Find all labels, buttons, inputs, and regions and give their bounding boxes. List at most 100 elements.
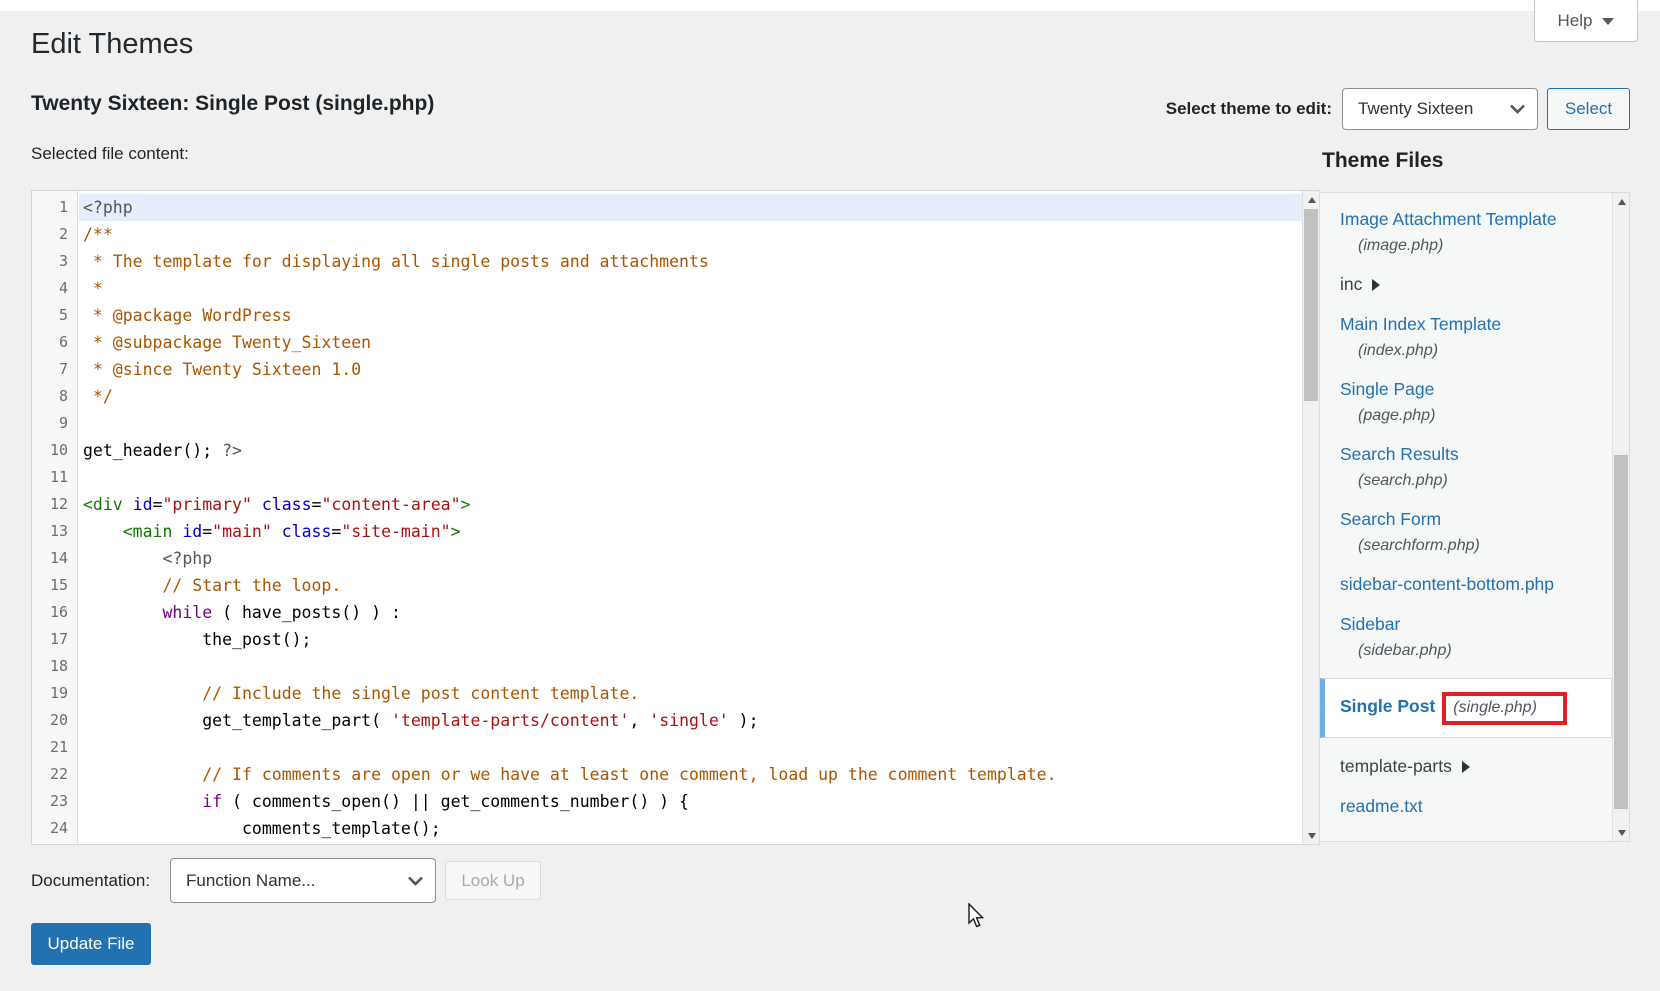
code-line[interactable]: // If comments are open or we have at le… [79, 761, 1302, 788]
line-number: 12 [32, 491, 77, 518]
theme-select-value: Twenty Sixteen [1358, 99, 1473, 119]
folder-expand-icon [1372, 279, 1380, 291]
page-title: Edit Themes [31, 28, 193, 61]
line-number: 8 [32, 383, 77, 410]
theme-file-item: sidebar-content-bottom.php [1320, 573, 1612, 596]
code-line[interactable]: * @subpackage Twenty_Sixteen [79, 329, 1302, 356]
theme-file-filename: (searchform.php) [1340, 535, 1612, 556]
editor-scrollbar[interactable] [1302, 191, 1319, 844]
theme-folder-item: template-parts [1320, 755, 1612, 778]
code-line[interactable]: if ( comments_open() || get_comments_num… [79, 788, 1302, 815]
code-line[interactable]: <main id="main" class="site-main"> [79, 518, 1302, 545]
line-number: 19 [32, 680, 77, 707]
theme-folder-link[interactable]: template-parts [1340, 755, 1612, 778]
theme-folder-item: inc [1320, 273, 1612, 296]
select-theme-label: Select theme to edit: [1166, 99, 1332, 119]
theme-files-panel: Image Attachment Template (image.php) inc M… [1319, 192, 1630, 842]
folder-label: inc [1340, 273, 1362, 296]
theme-file-filename: (search.php) [1340, 470, 1612, 491]
help-button[interactable]: Help [1534, 0, 1638, 42]
code-line[interactable]: * The template for displaying all single… [79, 248, 1302, 275]
line-number: 2 [32, 221, 77, 248]
current-file-title: Twenty Sixteen: Single Post (single.php) [31, 92, 434, 116]
theme-selector-group: Select theme to edit: Twenty Sixteen Sel… [1166, 88, 1630, 130]
code-line[interactable]: <div id="primary" class="content-area"> [79, 491, 1302, 518]
theme-file-link[interactable]: Search Form [1340, 508, 1441, 531]
theme-files-heading: Theme Files [1322, 149, 1443, 173]
theme-select-dropdown[interactable]: Twenty Sixteen [1342, 88, 1538, 130]
line-number: 24 [32, 815, 77, 842]
code-line[interactable]: the_post(); [79, 626, 1302, 653]
line-number: 20 [32, 707, 77, 734]
editor-scrollbar-thumb[interactable] [1304, 209, 1318, 401]
edit-themes-page: Help Edit Themes Twenty Sixteen: Single … [0, 0, 1660, 991]
theme-file-item: Main Index Template (index.php) [1320, 313, 1612, 361]
line-number: 11 [32, 464, 77, 491]
code-line[interactable]: * @package WordPress [79, 302, 1302, 329]
code-line[interactable]: get_header(); ?> [79, 437, 1302, 464]
folder-expand-icon [1462, 761, 1470, 773]
theme-file-filename: (image.php) [1340, 235, 1612, 256]
line-number: 7 [32, 356, 77, 383]
lookup-button[interactable]: Look Up [445, 861, 541, 900]
code-line[interactable]: /** [79, 221, 1302, 248]
folder-label: template-parts [1340, 755, 1452, 778]
line-number: 23 [32, 788, 77, 815]
theme-file-link[interactable]: Single Page [1340, 378, 1434, 401]
line-number: 5 [32, 302, 77, 329]
line-number: 1 [32, 194, 77, 221]
function-name-dropdown[interactable]: Function Name... [170, 858, 436, 903]
documentation-row: Documentation: Function Name... Look Up [31, 858, 541, 903]
scroll-down-icon[interactable] [1303, 827, 1320, 844]
theme-file-link[interactable]: Sidebar [1340, 613, 1400, 636]
line-number: 14 [32, 545, 77, 572]
code-line[interactable] [79, 653, 1302, 680]
line-number: 3 [32, 248, 77, 275]
chevron-down-icon [408, 876, 423, 886]
code-line[interactable]: comments_template(); [79, 815, 1302, 842]
theme-file-link[interactable]: Main Index Template [1340, 313, 1501, 336]
theme-file-link[interactable]: readme.txt [1340, 795, 1423, 818]
theme-file-link[interactable]: Search Results [1340, 443, 1459, 466]
theme-file-item: Sidebar(sidebar.php) [1320, 613, 1612, 661]
code-line[interactable]: <?php [79, 194, 1302, 221]
code-line[interactable]: // Start the loop. [79, 572, 1302, 599]
code-line[interactable]: */ [79, 383, 1302, 410]
code-line[interactable] [79, 464, 1302, 491]
code-line[interactable]: // Include the single post content templ… [79, 680, 1302, 707]
editor-line-numbers: 123456789101112131415161718192021222324 [32, 191, 78, 844]
theme-file-filename: (page.php) [1340, 405, 1612, 426]
line-number: 10 [32, 437, 77, 464]
update-file-button[interactable]: Update File [31, 923, 151, 965]
code-line[interactable]: get_template_part( 'template-parts/conte… [79, 707, 1302, 734]
code-line[interactable]: <?php [79, 545, 1302, 572]
theme-files-scrollbar-thumb[interactable] [1614, 455, 1628, 809]
scroll-down-icon[interactable] [1613, 824, 1630, 841]
theme-file-item: readme.txt [1320, 795, 1612, 818]
code-line[interactable]: while ( have_posts() ) : [79, 599, 1302, 626]
theme-file-item: Search Results (search.php) [1320, 443, 1612, 491]
line-number: 13 [32, 518, 77, 545]
chevron-down-icon [1602, 18, 1614, 25]
line-number: 6 [32, 329, 77, 356]
line-number: 4 [32, 275, 77, 302]
function-name-value: Function Name... [186, 871, 315, 891]
code-line[interactable] [79, 410, 1302, 437]
code-editor[interactable]: 123456789101112131415161718192021222324 … [31, 190, 1320, 845]
theme-file-filename: (single.php) [1453, 697, 1537, 718]
editor-code-area[interactable]: <?php/** * The template for displaying a… [79, 191, 1302, 844]
theme-file-filename: (index.php) [1340, 340, 1612, 361]
select-theme-button[interactable]: Select [1547, 88, 1630, 130]
code-line[interactable]: * @since Twenty Sixteen 1.0 [79, 356, 1302, 383]
line-number: 16 [32, 599, 77, 626]
theme-files-scrollbar[interactable] [1612, 193, 1629, 841]
theme-folder-link[interactable]: inc [1340, 273, 1612, 296]
scroll-up-icon[interactable] [1613, 193, 1630, 210]
theme-file-link[interactable]: Single Post [1340, 695, 1435, 718]
scroll-up-icon[interactable] [1303, 191, 1320, 208]
code-line[interactable] [79, 734, 1302, 761]
theme-file-link[interactable]: Image Attachment Template [1340, 208, 1557, 231]
line-number: 9 [32, 410, 77, 437]
theme-file-link[interactable]: sidebar-content-bottom.php [1340, 573, 1554, 596]
code-line[interactable]: * [79, 275, 1302, 302]
